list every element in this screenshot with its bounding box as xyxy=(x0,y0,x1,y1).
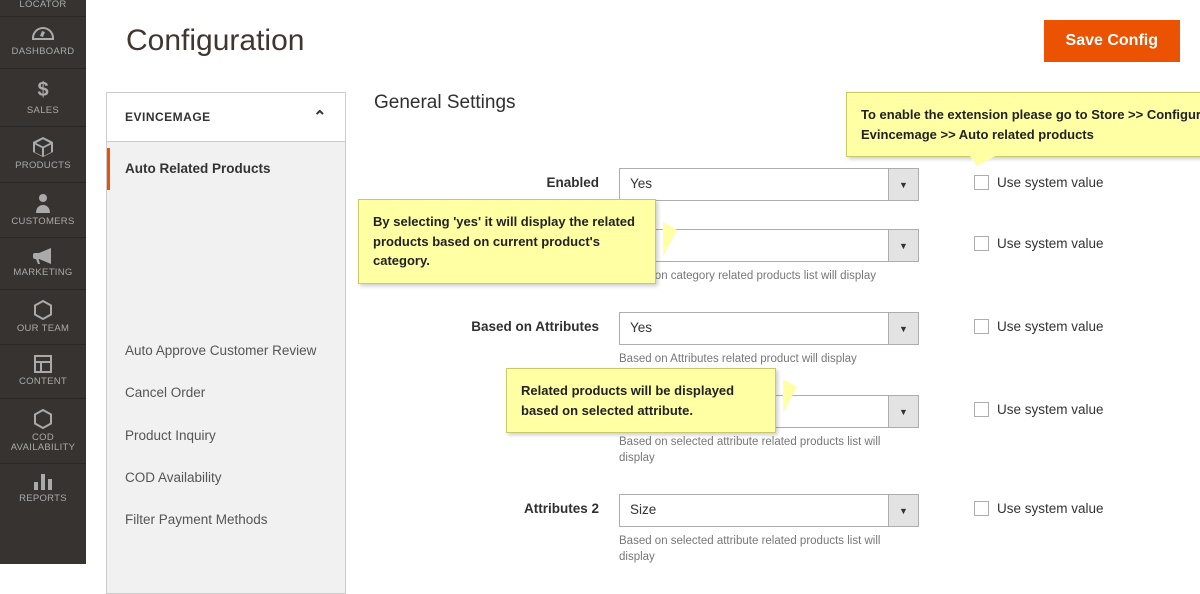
nav-label: CONTENT xyxy=(19,377,67,387)
layout-icon xyxy=(34,355,52,373)
usv-label: Use system value xyxy=(997,319,1104,334)
main-content: Configuration Save Config EVINCEMAGE ⌃ A… xyxy=(86,0,1200,564)
nav-label: DASHBOARD xyxy=(12,47,75,57)
select-value: Yes xyxy=(620,169,888,200)
field-note: Based on category related products list … xyxy=(619,268,919,284)
nav-item-customers[interactable]: CUSTOMERS xyxy=(0,183,86,238)
callout-category: By selecting 'yes' it will display the r… xyxy=(358,199,656,284)
usv-group: Use system value xyxy=(919,395,1104,417)
section-title: General Settings xyxy=(374,92,516,114)
nav-label: SALES xyxy=(27,106,59,116)
select-attributes[interactable]: Yes ▼ xyxy=(619,312,919,345)
nav-label: COD AVAILABILITY xyxy=(2,433,84,454)
nav-item-dashboard[interactable]: DASHBOARD xyxy=(0,17,86,68)
nav-item-ourteam[interactable]: OUR TEAM xyxy=(0,290,86,345)
user-icon xyxy=(36,193,50,213)
admin-sidebar: LOCATOR DASHBOARD $ SALES PRODUCTS CUSTO… xyxy=(0,0,86,564)
form-label: Based on Attributes xyxy=(374,312,619,334)
field-note: Based on selected attribute related prod… xyxy=(619,434,919,466)
settings-area: To enable the extension please go to Sto… xyxy=(346,92,1180,594)
nav-label: REPORTS xyxy=(19,494,67,504)
form-row-enabled: Enabled Yes ▼ Use system value xyxy=(374,168,1180,201)
form-field: Yes ▼ xyxy=(619,168,919,201)
usv-label: Use system value xyxy=(997,236,1104,251)
tab-group-label: EVINCEMAGE xyxy=(125,110,211,124)
usv-checkbox[interactable] xyxy=(974,402,989,417)
nav-label: CUSTOMERS xyxy=(11,217,74,227)
tab-item-cod-availability[interactable]: COD Availability xyxy=(107,457,345,499)
config-layout: EVINCEMAGE ⌃ Auto Related Products Auto … xyxy=(106,92,1180,594)
form-field: Size ▼ Based on selected attribute relat… xyxy=(619,494,919,565)
nav-item-marketing[interactable]: MARKETING xyxy=(0,238,86,289)
chevron-down-icon: ▼ xyxy=(888,230,918,261)
bar-icon xyxy=(34,474,52,490)
form-row-attributes: Based on Attributes Yes ▼ Based on Attri… xyxy=(374,312,1180,367)
nav-label: LOCATOR xyxy=(19,0,66,10)
chevron-up-icon: ⌃ xyxy=(313,107,327,127)
tab-list: Auto Related Products Auto Approve Custo… xyxy=(107,142,345,551)
tab-item-auto-related[interactable]: Auto Related Products xyxy=(107,148,345,190)
usv-checkbox[interactable] xyxy=(974,236,989,251)
tab-item-auto-approve[interactable]: Auto Approve Customer Review xyxy=(107,330,345,372)
usv-group: Use system value xyxy=(919,168,1104,190)
field-note: Based on selected attribute related prod… xyxy=(619,533,919,565)
tab-item-filter-payment[interactable]: Filter Payment Methods xyxy=(107,499,345,541)
chevron-down-icon: ▼ xyxy=(888,313,918,344)
nav-label: OUR TEAM xyxy=(17,324,69,334)
config-tabs: EVINCEMAGE ⌃ Auto Related Products Auto … xyxy=(106,92,346,594)
chevron-down-icon: ▼ xyxy=(888,495,918,526)
usv-label: Use system value xyxy=(997,175,1104,190)
megaphone-icon xyxy=(33,248,53,264)
chevron-down-icon: ▼ xyxy=(888,169,918,200)
nav-item-cod[interactable]: COD AVAILABILITY xyxy=(0,399,86,465)
form-row-attr2: Attributes 2 Size ▼ Based on selected at… xyxy=(374,494,1180,565)
tab-item-product-inquiry[interactable]: Product Inquiry xyxy=(107,415,345,457)
usv-checkbox[interactable] xyxy=(974,319,989,334)
usv-group: Use system value xyxy=(919,494,1104,516)
page-title: Configuration xyxy=(126,24,304,58)
nav-item-locator[interactable]: LOCATOR xyxy=(0,0,86,17)
dollar-icon: $ xyxy=(37,79,48,102)
hex-icon xyxy=(34,300,52,320)
save-config-button[interactable]: Save Config xyxy=(1044,20,1180,62)
tab-group-header[interactable]: EVINCEMAGE ⌃ xyxy=(107,93,345,142)
chevron-down-icon: ▼ xyxy=(888,396,918,427)
nav-label: MARKETING xyxy=(13,268,72,278)
select-value: Size xyxy=(620,495,888,526)
usv-label: Use system value xyxy=(997,402,1104,417)
nav-item-reports[interactable]: REPORTS xyxy=(0,464,86,514)
usv-label: Use system value xyxy=(997,501,1104,516)
box-icon xyxy=(33,137,53,157)
usv-group: Use system value xyxy=(919,229,1104,251)
form-label: Attributes 2 xyxy=(374,494,619,516)
callout-attribute: Related products will be displayed based… xyxy=(506,368,776,433)
select-value: Yes xyxy=(620,313,888,344)
form-row-attr1: Attributes 1 Small ▼ Based on selected a… xyxy=(374,395,1180,466)
field-note: Based on Attributes related product will… xyxy=(619,351,919,367)
callout-enable: To enable the extension please go to Sto… xyxy=(846,92,1200,157)
tab-item-cancel-order[interactable]: Cancel Order xyxy=(107,372,345,414)
hex-icon xyxy=(34,409,52,429)
nav-label: PRODUCTS xyxy=(15,161,71,171)
page-title-row: Configuration Save Config xyxy=(106,0,1180,92)
usv-group: Use system value xyxy=(919,312,1104,334)
gauge-icon xyxy=(32,27,54,43)
form-field: Yes ▼ Based on Attributes related produc… xyxy=(619,312,919,367)
nav-item-content[interactable]: CONTENT xyxy=(0,345,86,398)
select-enabled[interactable]: Yes ▼ xyxy=(619,168,919,201)
nav-item-products[interactable]: PRODUCTS xyxy=(0,127,86,182)
nav-item-sales[interactable]: $ SALES xyxy=(0,69,86,127)
usv-checkbox[interactable] xyxy=(974,501,989,516)
select-attr2[interactable]: Size ▼ xyxy=(619,494,919,527)
form-label: Enabled xyxy=(374,168,619,190)
select-value: Yes xyxy=(620,230,888,261)
